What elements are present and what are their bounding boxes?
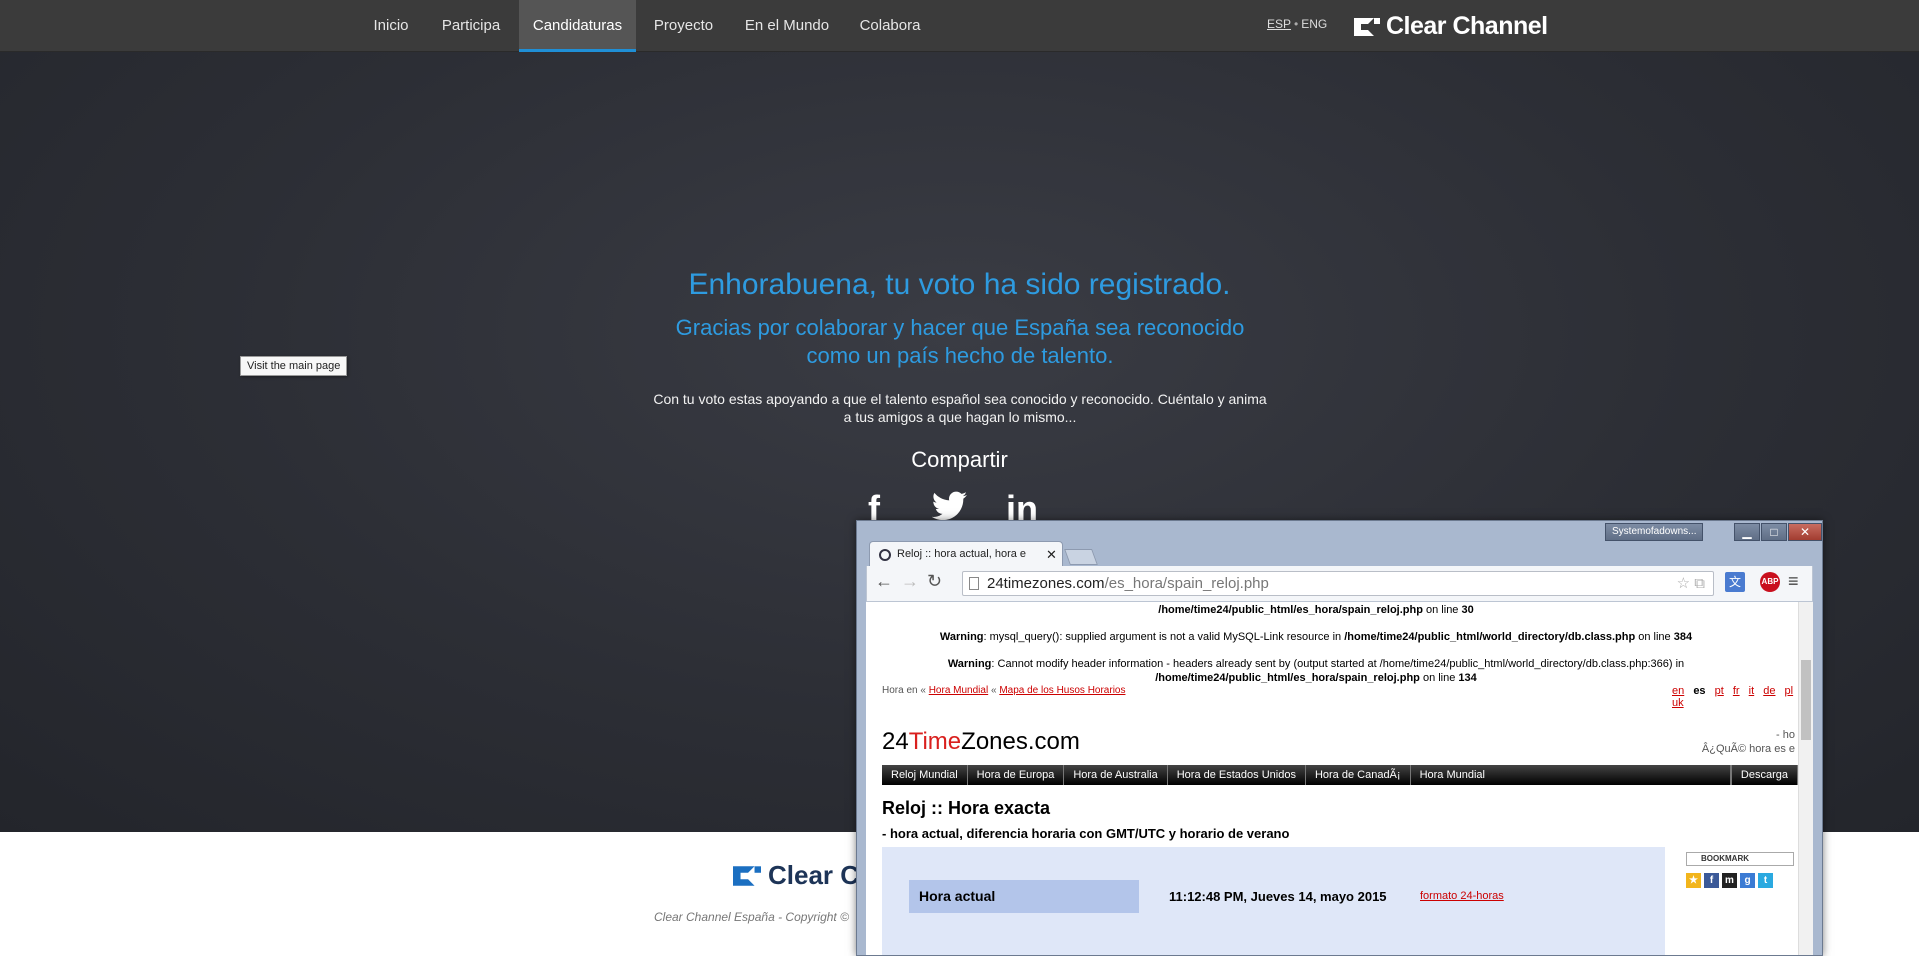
nav-item-participa[interactable]: Participa: [431, 0, 511, 52]
share-title: Compartir: [911, 447, 1008, 472]
language-links: en es pt fr it de pl uk: [1672, 685, 1813, 709]
lang-de[interactable]: de: [1763, 685, 1775, 697]
site-logo[interactable]: 24TimeZones.com: [882, 728, 1080, 756]
warning-mysql: Warning: mysql_query(): supplied argumen…: [939, 631, 1693, 643]
menu-descarga[interactable]: Descarga: [1730, 765, 1798, 785]
success-headline: Enhorabuena, tu voto ha sido registrado.: [688, 268, 1231, 301]
format-24h-link[interactable]: formato 24-horas: [1420, 890, 1504, 902]
menu-hora-australia[interactable]: Hora de Australia: [1064, 765, 1168, 785]
vertical-scrollbar[interactable]: [1798, 602, 1813, 955]
adblock-plus-icon[interactable]: ABP: [1760, 572, 1780, 592]
top-navigation: Inicio Participa Candidaturas Proyecto E…: [0, 0, 1919, 52]
browser-toolbar: ← → ↻ 24timezones.com/es_hora/spain_relo…: [866, 566, 1813, 602]
nav-item-inicio[interactable]: Inicio: [361, 0, 421, 52]
footer-logo-icon: [733, 865, 761, 886]
footer-logo[interactable]: Clear C: [730, 860, 859, 891]
bookmark-button[interactable]: BOOKMARK: [1686, 852, 1794, 866]
thanks-subheading: Gracias por colaborar y hacer que España…: [640, 314, 1280, 370]
subhead-line-2: como un país hecho de talento.: [806, 343, 1114, 368]
warning-line-0: /home/time24/public_html/es_hora/spain_r…: [1158, 604, 1474, 616]
breadcrumb-mapa[interactable]: Mapa de los Husos Horarios: [999, 685, 1125, 696]
translate-icon[interactable]: 文: [1725, 572, 1745, 592]
breadcrumb: Hora en « Hora Mundial « Mapa de los Hus…: [882, 685, 1126, 696]
tooltip: Visit the main page: [240, 356, 348, 376]
reload-icon[interactable]: ↻: [927, 571, 942, 592]
lang-uk[interactable]: uk: [1672, 697, 1684, 709]
browser-tab[interactable]: Reloj :: hora actual, hora e ✕: [869, 541, 1063, 567]
page-icon: [969, 577, 979, 590]
scrollbar-thumb[interactable]: [1801, 660, 1811, 740]
minimize-button[interactable]: ▁: [1734, 523, 1760, 541]
menu-reloj-mundial[interactable]: Reloj Mundial: [882, 765, 968, 785]
vote-message-line-1: Con tu voto estas apoyando a que el tale…: [653, 391, 1267, 407]
warning-header: Warning: Cannot modify header informatio…: [947, 658, 1685, 670]
menu-hora-canada[interactable]: Hora de CanadÃ¡: [1306, 765, 1411, 785]
site-menu: Reloj Mundial Hora de Europa Hora de Aus…: [882, 765, 1798, 785]
myspace-share-icon[interactable]: m: [1722, 873, 1737, 888]
warning-header-path: /home/time24/public_html/es_hora/spain_r…: [1155, 672, 1477, 684]
current-time: 11:12:48 PM, Jueves 14, mayo 2015: [1169, 889, 1387, 904]
menu-hora-mundial[interactable]: Hora Mundial: [1411, 765, 1731, 785]
lang-pt[interactable]: pt: [1715, 685, 1724, 697]
nav-item-en-el-mundo[interactable]: En el Mundo: [737, 0, 837, 52]
address-bar[interactable]: 24timezones.com/es_hora/spain_reloj.php …: [962, 571, 1714, 596]
footer-copyright: Clear Channel España - Copyright ©: [654, 910, 849, 924]
new-tab-button[interactable]: [1064, 549, 1098, 565]
lang-it[interactable]: it: [1749, 685, 1755, 697]
google-share-icon[interactable]: g: [1740, 873, 1755, 888]
web-content: /home/time24/public_html/es_hora/spain_r…: [866, 602, 1813, 955]
menu-hora-europa[interactable]: Hora de Europa: [968, 765, 1065, 785]
facebook-share-icon[interactable]: f: [1704, 873, 1719, 888]
clear-channel-logo-icon: [1354, 17, 1380, 36]
language-switcher: ESP • ENG: [1267, 17, 1328, 31]
lang-eng-link[interactable]: ENG: [1301, 17, 1327, 31]
clear-channel-logo[interactable]: Clear Channel: [1352, 12, 1548, 41]
tab-close-icon[interactable]: ✕: [1046, 542, 1057, 567]
url-domain: 24timezones.com: [987, 575, 1105, 592]
bookmark-star-icon[interactable]: ☆ ⧉: [1677, 572, 1705, 595]
profile-button[interactable]: Systemofadowns...: [1605, 523, 1704, 541]
nav-item-candidaturas[interactable]: Candidaturas: [519, 0, 636, 52]
footer-wordmark: Clear C: [768, 860, 860, 890]
twitter-bird-icon: [931, 491, 967, 521]
forward-icon[interactable]: →: [901, 571, 919, 592]
vote-message-line-2: a tus amigos a que hagan lo mismo...: [843, 409, 1077, 425]
side-note: - ho Â¿QuÃ© hora es e: [1701, 729, 1795, 755]
nav-item-colabora[interactable]: Colabora: [850, 0, 930, 52]
tab-title: Reloj :: hora actual, hora e: [897, 548, 1027, 560]
lang-fr[interactable]: fr: [1733, 685, 1740, 697]
close-window-button[interactable]: ✕: [1788, 523, 1822, 541]
subhead-line-1: Gracias por colaborar y hacer que España…: [675, 315, 1245, 340]
chrome-menu-icon[interactable]: ≡: [1788, 571, 1799, 592]
url-path: /es_hora/spain_reloj.php: [1104, 575, 1269, 592]
time-panel: Hora actual 11:12:48 PM, Jueves 14, mayo…: [882, 847, 1665, 955]
vote-message: Con tu voto estas apoyando a que el tale…: [634, 390, 1286, 426]
clock-favicon-icon: [879, 549, 891, 561]
time-label: Hora actual: [909, 880, 1139, 913]
lang-esp-link[interactable]: ESP: [1267, 17, 1291, 31]
menu-hora-eeuu[interactable]: Hora de Estados Unidos: [1168, 765, 1306, 785]
twitter-share-icon[interactable]: t: [1758, 873, 1773, 888]
lang-en[interactable]: en: [1672, 685, 1684, 697]
lang-es: es: [1693, 685, 1706, 697]
lang-pl[interactable]: pl: [1785, 685, 1794, 697]
breadcrumb-hora-mundial[interactable]: Hora Mundial: [929, 685, 988, 696]
share-icons: ★ f m g t: [1686, 873, 1773, 888]
maximize-button[interactable]: □: [1761, 523, 1787, 541]
nav-item-proyecto[interactable]: Proyecto: [645, 0, 722, 52]
clear-channel-wordmark: Clear Channel: [1386, 12, 1548, 40]
favorite-star-icon[interactable]: ★: [1686, 873, 1701, 888]
back-icon[interactable]: ←: [875, 571, 893, 592]
page-title: Reloj :: Hora exacta: [882, 798, 1051, 818]
browser-window: Systemofadowns... ▁ □ ✕ Reloj :: hora ac…: [856, 520, 1823, 956]
page-subtitle: - hora actual, diferencia horaria con GM…: [882, 826, 1290, 841]
